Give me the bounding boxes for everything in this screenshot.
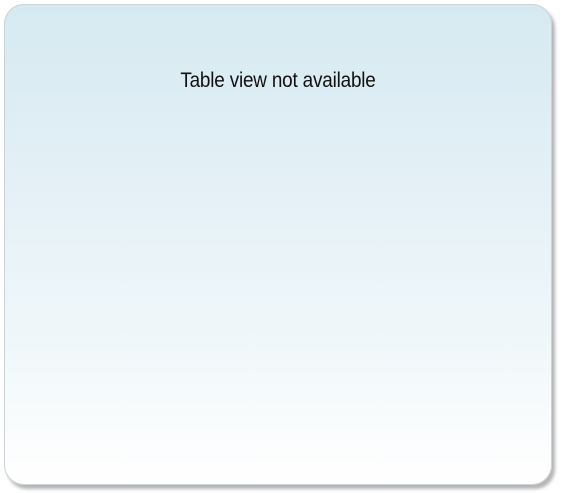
table-view-container: Table view not available: [0, 0, 562, 493]
table-unavailable-message: Table view not available: [180, 69, 376, 92]
table-view-panel: Table view not available: [4, 4, 552, 485]
